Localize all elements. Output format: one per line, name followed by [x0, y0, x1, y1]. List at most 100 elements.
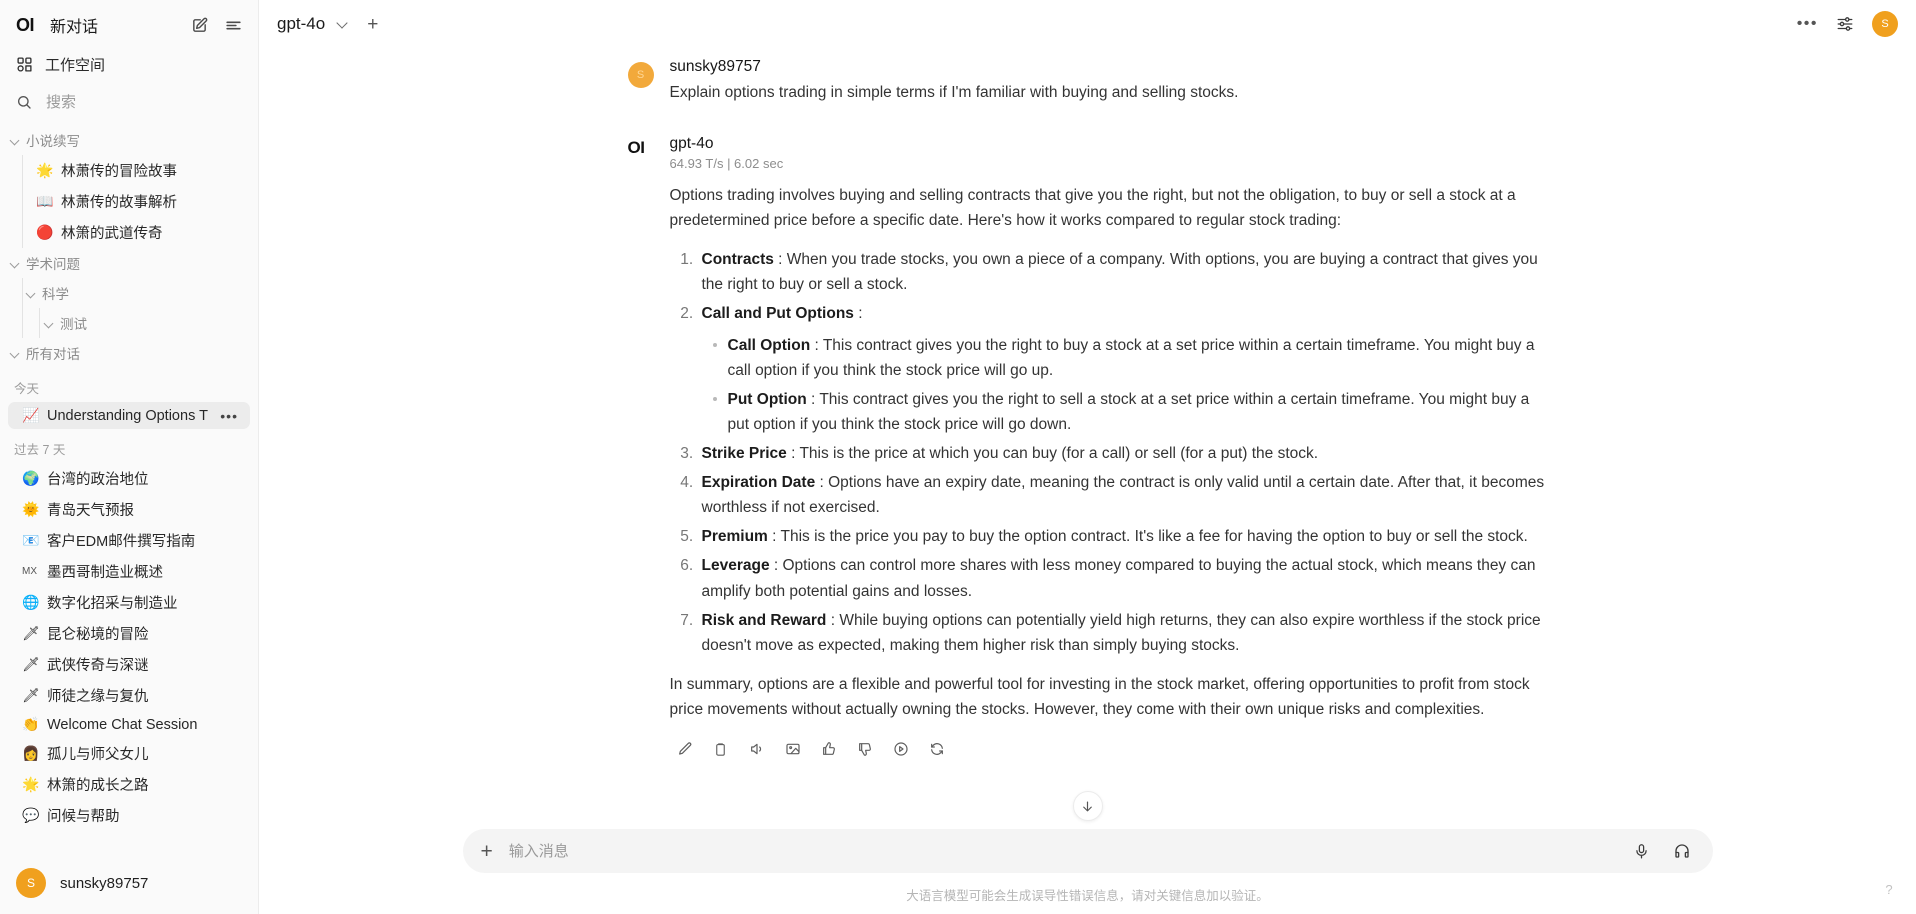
list-item: Contracts : When you trade stocks, you o… [698, 247, 1548, 297]
headphones-icon[interactable] [1669, 838, 1695, 864]
chat-label: 林萧传的故事解析 [61, 195, 177, 211]
tree-guide-line [39, 308, 40, 338]
list-item-text: When you trade stocks, you own a piece o… [701, 251, 1538, 294]
sub-item-term: Put Option [727, 390, 807, 408]
folder-science[interactable]: 科学 [0, 278, 258, 308]
search-input[interactable] [44, 92, 247, 112]
sidebar-chat-item[interactable]: 👏 Welcome Chat Session [8, 711, 250, 738]
sidebar-chat-item[interactable]: 🗡 昆仑秘境的冒险 [8, 618, 250, 649]
avatar[interactable]: S [1872, 11, 1898, 37]
chevron-down-icon [44, 318, 55, 329]
chevron-down-icon [10, 258, 21, 269]
folder-label: 小说续写 [26, 134, 80, 149]
tree-guide-line [22, 155, 23, 248]
thumbs-down-icon[interactable] [852, 736, 878, 762]
speaker-icon[interactable] [744, 736, 770, 762]
chevron-down-icon [26, 288, 37, 299]
regenerate-icon[interactable] [924, 736, 950, 762]
assistant-intro-paragraph: Options trading involves buying and sell… [669, 187, 1516, 230]
mx-flag-icon: MX [22, 566, 37, 577]
user-message-text: Explain options trading in simple terms … [669, 84, 1239, 101]
new-chat-title[interactable]: 新对话 [50, 13, 178, 37]
chevron-down-icon[interactable] [337, 18, 349, 30]
top-bar: gpt-4o + ••• S [259, 0, 1916, 48]
folder-chat-item[interactable]: 📖 林萧传的故事解析 [8, 186, 250, 217]
info-circle-icon[interactable] [888, 736, 914, 762]
arrow-down-icon [1080, 799, 1095, 814]
list-item-text: Options have an expiry date, meaning the… [701, 474, 1545, 517]
copy-icon[interactable] [708, 736, 734, 762]
assistant-stats: 64.93 T/s | 6.02 sec [669, 156, 784, 172]
assistant-name: gpt-4o [669, 135, 714, 153]
sliders-icon[interactable] [1836, 15, 1854, 33]
sidebar-chat-item[interactable]: 🌞 青岛天气预报 [8, 494, 250, 525]
sub-item-sep: : [810, 336, 823, 354]
chat-label: 林箫的成长之路 [47, 778, 149, 794]
attach-plus-button[interactable]: + [481, 841, 493, 862]
sidebar-user-profile[interactable]: S sunsky89757 [0, 858, 258, 914]
microphone-icon[interactable] [1629, 838, 1655, 864]
sidebar-chat-item[interactable]: 📧 客户EDM邮件撰写指南 [8, 525, 250, 556]
sidebar-chat-item[interactable]: 🗡 师徒之缘与复仇 [8, 680, 250, 711]
sidebar-chat-item-active[interactable]: 📈 Understanding Options T ••• [8, 402, 250, 429]
chat-item-menu-button[interactable]: ••• [220, 408, 240, 424]
sub-item-sep: : [806, 390, 820, 408]
sidebar-chat-item[interactable]: 🌍 台湾的政治地位 [8, 463, 250, 494]
edit-icon[interactable] [672, 736, 698, 762]
folder-all-conversations[interactable]: 所有对话 [0, 338, 258, 368]
conversation: S sunsky89757 Explain options trading in… [608, 48, 1568, 762]
folder-novel-continuation[interactable]: 小说续写 [0, 125, 258, 155]
thumbs-up-icon[interactable] [816, 736, 842, 762]
chat-label: 林箫的武道传奇 [61, 226, 163, 242]
app-logo: OI [16, 15, 35, 35]
disclaimer-text: 大语言模型可能会生成误导性错误信息，请对关键信息加以验证。 [906, 889, 1269, 903]
chat-scroll-area[interactable]: S sunsky89757 Explain options trading in… [259, 48, 1916, 829]
assistant-sub-list: Call Option : This contract gives you th… [702, 333, 1548, 437]
message-composer: + [462, 829, 1713, 873]
sidebar-chat-item[interactable]: 🌟 林箫的成长之路 [8, 769, 250, 800]
sidebar-item-workspace[interactable]: 工作空间 [0, 48, 258, 85]
chat-label: 师徒之缘与复仇 [47, 689, 149, 705]
new-model-tab-button[interactable]: + [367, 15, 378, 34]
chat-label: 昆仑秘境的冒险 [47, 627, 149, 643]
assistant-message: OI gpt-4o 64.93 T/s | 6.02 sec Options t… [628, 135, 1548, 762]
model-selector-label[interactable]: gpt-4o [277, 14, 325, 34]
image-icon[interactable] [780, 736, 806, 762]
list-item-sep: : [826, 611, 840, 629]
sidebar-chat-item[interactable]: 💬 问候与帮助 [8, 800, 250, 831]
sidebar-scroll-area[interactable]: 小说续写 🌟 林萧传的冒险故事 📖 林萧传的故事解析 🔴 林箫的武道传奇 学术问… [0, 119, 258, 858]
sparkle-emoji-icon: 🌟 [22, 776, 40, 792]
envelope-emoji-icon: 📧 [22, 532, 40, 548]
folder-chat-item[interactable]: 🔴 林箫的武道传奇 [8, 217, 250, 248]
help-button[interactable]: ? [1878, 878, 1900, 900]
list-item: Risk and Reward : While buying options c… [698, 608, 1548, 658]
chart-emoji-icon: 📈 [22, 407, 40, 423]
list-item: Call and Put Options : Call Option : Thi… [698, 301, 1548, 437]
list-item-sep: : [815, 474, 829, 492]
scroll-to-bottom-button[interactable] [1072, 791, 1103, 821]
user-message: S sunsky89757 Explain options trading in… [627, 58, 1548, 105]
folder-academic[interactable]: 学术问题 [0, 248, 258, 278]
chat-label: 武侠传奇与深谜 [47, 658, 149, 674]
edit-square-icon[interactable] [186, 12, 212, 38]
list-item-term: Premium [701, 528, 768, 546]
sparkle-emoji-icon: 🌟 [36, 162, 54, 178]
sidebar-chat-item[interactable]: 🌐 数字化招采与制造业 [8, 587, 250, 618]
sidebar-user-name: sunsky89757 [60, 874, 149, 892]
sidebar-header: OI 新对话 [0, 0, 258, 48]
folder-chat-item[interactable]: 🌟 林萧传的冒险故事 [8, 155, 250, 186]
list-item-text: This is the price at which you can buy (… [799, 445, 1319, 462]
collapse-sidebar-icon[interactable] [220, 12, 246, 38]
globe-network-emoji-icon: 🌐 [22, 594, 40, 610]
list-item-text: Options can control more shares with les… [701, 557, 1536, 600]
chat-label: Welcome Chat Session [47, 716, 198, 733]
sun-emoji-icon: 🌞 [22, 501, 40, 517]
message-input[interactable] [506, 841, 1615, 861]
sidebar-chat-item[interactable]: MX 墨西哥制造业概述 [8, 556, 250, 587]
composer-area: + 大语言模型可能会生成误导性错误信息，请对关键信息加以验证。 [259, 829, 1916, 914]
sidebar-chat-item[interactable]: 🗡 武侠传奇与深谜 [8, 649, 250, 680]
list-item: Premium : This is the price you pay to b… [698, 524, 1548, 549]
list-item-sep: : [773, 251, 787, 269]
sidebar-chat-item[interactable]: 👩 孤儿与师父女儿 [8, 738, 250, 769]
more-options-button[interactable]: ••• [1797, 15, 1818, 33]
